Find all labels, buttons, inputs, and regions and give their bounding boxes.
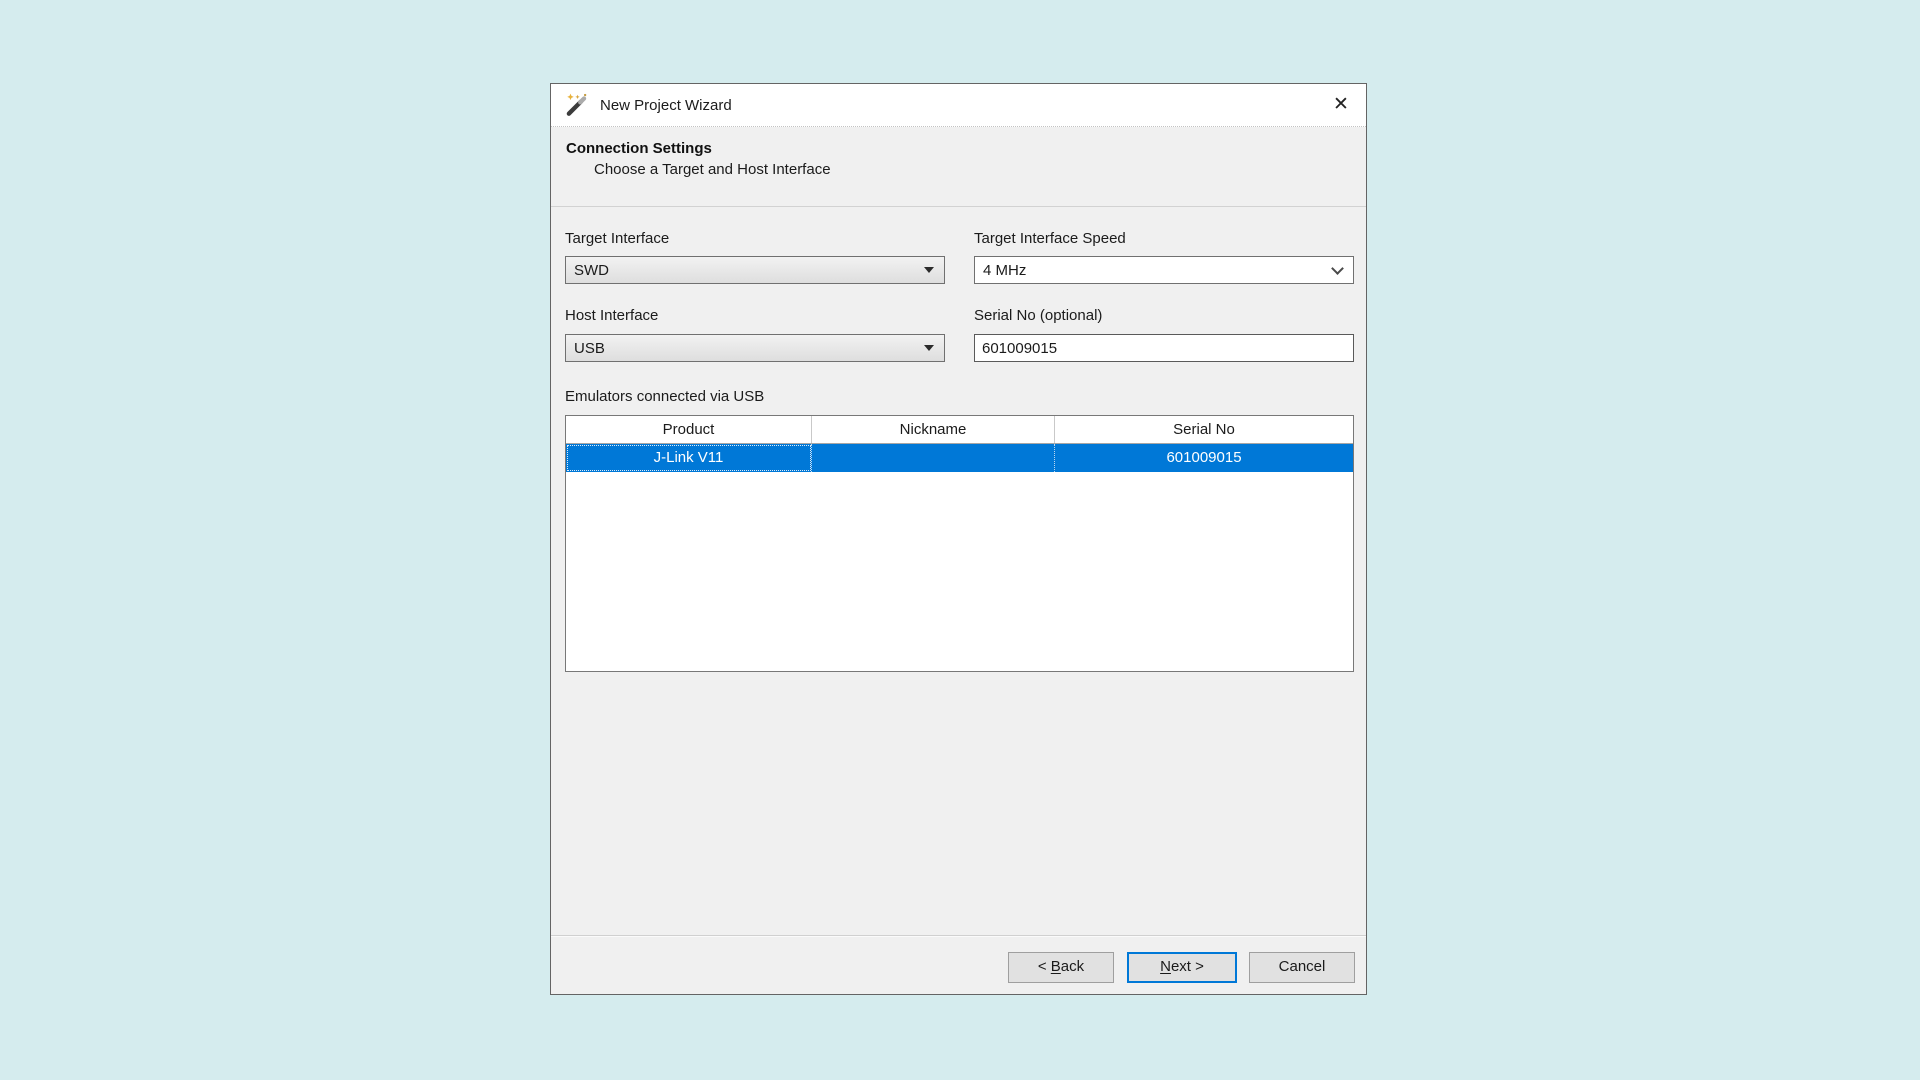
dropdown-arrow-icon [924, 345, 934, 351]
target-interface-speed-value: 4 MHz [983, 262, 1026, 279]
cell-nickname[interactable] [812, 444, 1055, 472]
dialog-title: New Project Wizard [600, 97, 732, 114]
cell-serial-no[interactable]: 601009015 [1055, 444, 1353, 472]
host-interface-value: USB [574, 340, 605, 357]
desktop-background: New Project Wizard ✕ Connection Settings… [0, 0, 1920, 1080]
back-button[interactable]: < Back [1008, 952, 1114, 983]
target-interface-label: Target Interface [565, 229, 669, 248]
target-interface-dropdown[interactable]: SWD [565, 256, 945, 284]
emulators-table-header: Product Nickname Serial No [566, 416, 1353, 444]
serial-no-label: Serial No (optional) [974, 306, 1102, 325]
host-interface-dropdown[interactable]: USB [565, 334, 945, 362]
target-interface-speed-dropdown[interactable]: 4 MHz [974, 256, 1354, 284]
new-project-wizard-dialog: New Project Wizard ✕ Connection Settings… [550, 83, 1367, 995]
wizard-step-header: Connection Settings Choose a Target and … [551, 127, 1366, 207]
chevron-down-icon [1331, 262, 1344, 275]
dropdown-arrow-icon [924, 267, 934, 273]
serial-no-input[interactable] [974, 334, 1354, 362]
target-interface-value: SWD [574, 262, 609, 279]
host-interface-label: Host Interface [565, 306, 658, 325]
footer-separator [551, 935, 1366, 937]
step-title: Connection Settings [566, 140, 1351, 157]
column-header-serial-no[interactable]: Serial No [1055, 416, 1353, 443]
emulators-list-label: Emulators connected via USB [565, 387, 764, 406]
close-icon[interactable]: ✕ [1324, 88, 1358, 122]
dialog-titlebar[interactable]: New Project Wizard ✕ [551, 84, 1366, 127]
target-interface-speed-label: Target Interface Speed [974, 229, 1126, 248]
column-header-product[interactable]: Product [566, 416, 812, 443]
emulators-table: Product Nickname Serial No J-Link V11 60… [565, 415, 1354, 672]
step-subtitle: Choose a Target and Host Interface [594, 161, 1351, 178]
column-header-nickname[interactable]: Nickname [812, 416, 1055, 443]
next-button[interactable]: Next > [1127, 952, 1237, 983]
magic-wand-icon [564, 92, 590, 118]
cancel-button[interactable]: Cancel [1249, 952, 1355, 983]
cell-product[interactable]: J-Link V11 [566, 444, 812, 472]
table-row[interactable]: J-Link V11 601009015 [566, 444, 1353, 472]
